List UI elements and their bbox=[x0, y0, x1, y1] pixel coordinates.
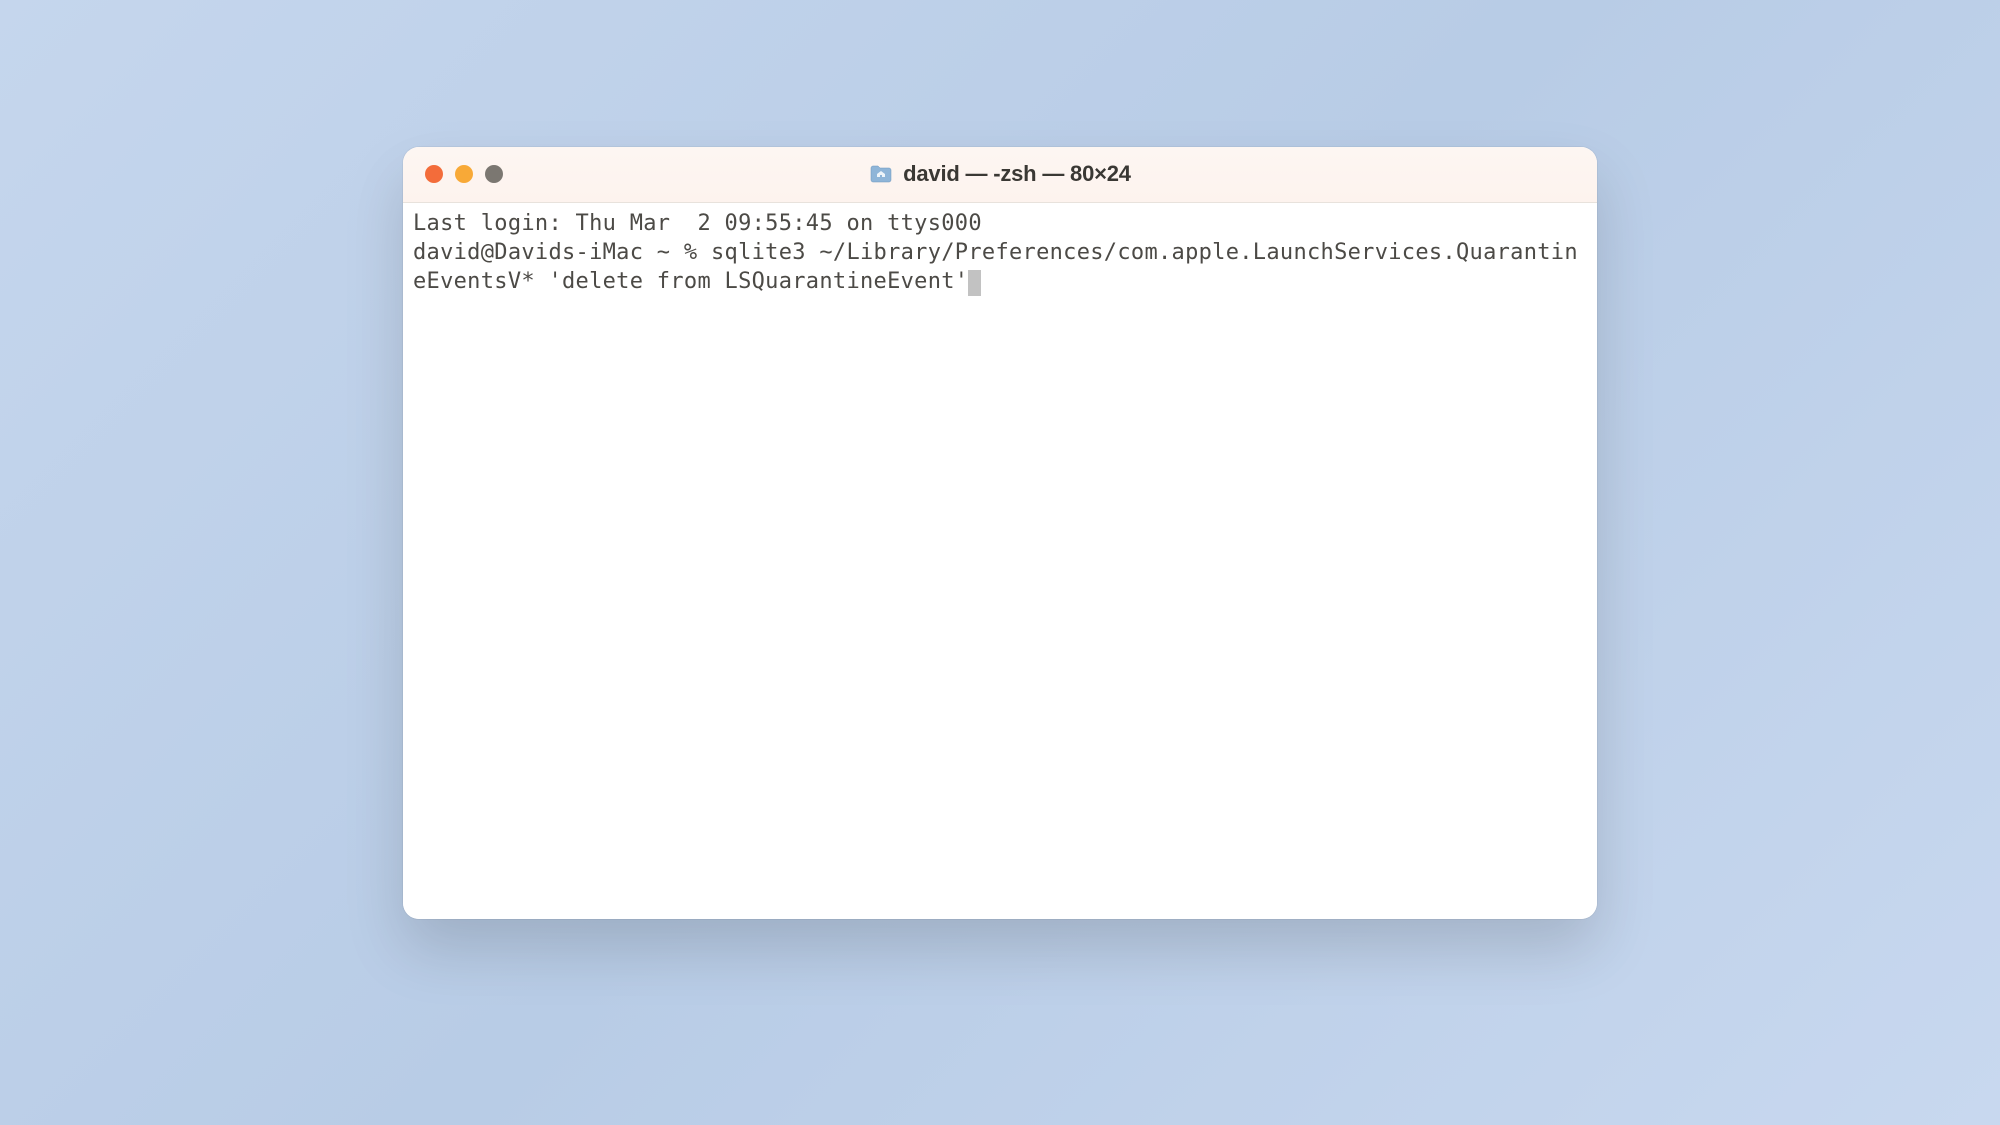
minimize-button[interactable] bbox=[455, 165, 473, 183]
terminal-body[interactable]: Last login: Thu Mar 2 09:55:45 on ttys00… bbox=[403, 203, 1597, 919]
cursor bbox=[968, 270, 981, 296]
last-login-line: Last login: Thu Mar 2 09:55:45 on ttys00… bbox=[413, 211, 982, 236]
prompt: david@Davids-iMac ~ % bbox=[413, 240, 711, 265]
terminal-window: david — -zsh — 80×24 Last login: Thu Mar… bbox=[403, 147, 1597, 919]
title-section: david — -zsh — 80×24 bbox=[403, 161, 1597, 187]
title-bar[interactable]: david — -zsh — 80×24 bbox=[403, 147, 1597, 203]
traffic-lights bbox=[403, 165, 503, 183]
close-button[interactable] bbox=[425, 165, 443, 183]
window-title: david — -zsh — 80×24 bbox=[903, 161, 1131, 187]
home-folder-icon bbox=[869, 164, 893, 184]
maximize-button[interactable] bbox=[485, 165, 503, 183]
